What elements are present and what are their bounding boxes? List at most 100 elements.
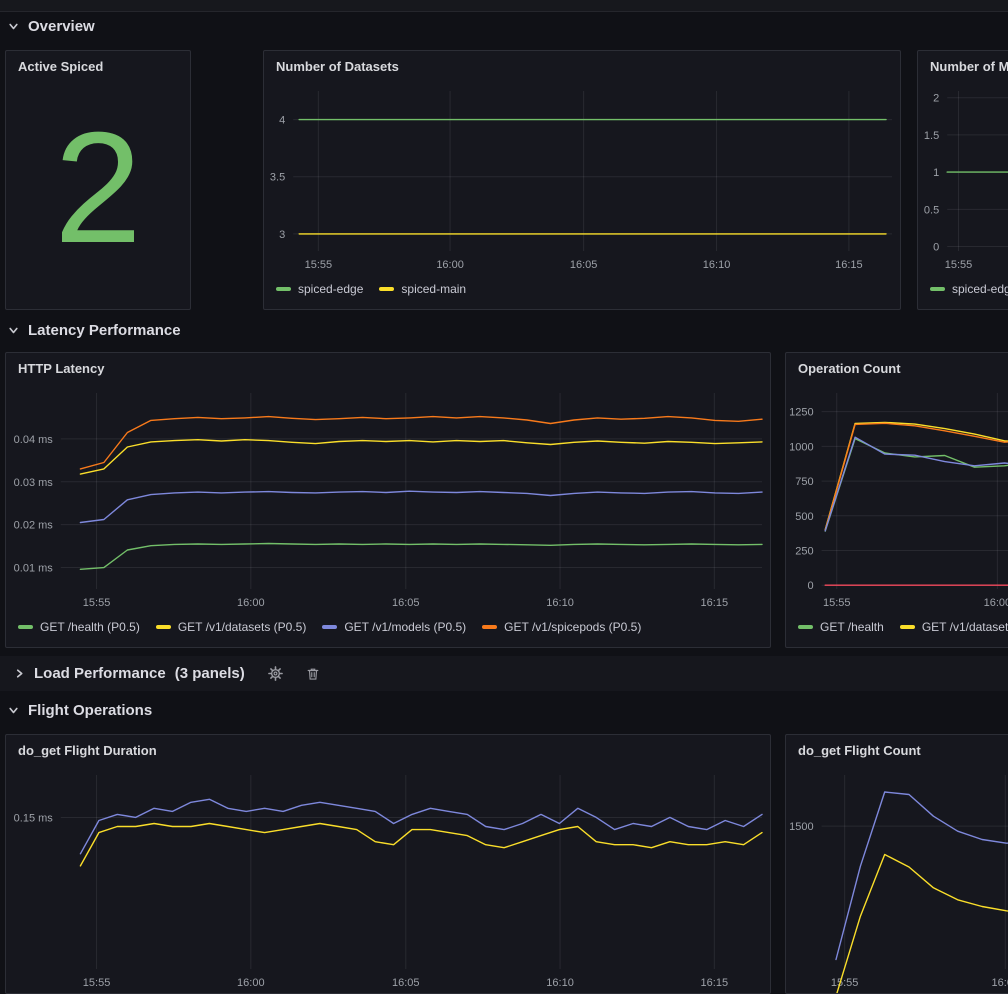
panel-title-http-latency[interactable]: HTTP Latency [6,353,770,383]
svg-text:16:00: 16:00 [992,977,1008,989]
svg-text:0.02 ms: 0.02 ms [14,520,54,532]
legend-swatch [482,625,497,629]
panel-title-number-of-datasets[interactable]: Number of Datasets [264,51,900,81]
panel-operation-count: Operation Count 02505007501000125015:551… [785,352,1008,648]
legend-swatch [322,625,337,629]
svg-text:1.5: 1.5 [924,130,939,142]
panel-title-do-get-flight-duration[interactable]: do_get Flight Duration [6,735,770,765]
svg-text:16:10: 16:10 [546,597,574,609]
legend-item[interactable]: spiced-edge [276,282,363,296]
section-title-overview: Overview [28,18,95,35]
legend-label: GET /v1/models (P0.5) [344,620,466,634]
svg-text:1: 1 [933,167,939,179]
svg-text:1250: 1250 [789,407,813,419]
legend-operation-count: GET /health GET /v1/datasets [786,613,1008,647]
panel-do-get-flight-duration: do_get Flight Duration 0.15 ms 15:55 16:00… [5,734,771,994]
section-row-latency-performance[interactable]: Latency Performance [8,317,181,343]
svg-text:0.04 ms: 0.04 ms [14,434,54,446]
legend-item[interactable]: GET /health (P0.5) [18,620,140,634]
svg-text:2: 2 [933,93,939,105]
chart-do-get-flight-duration[interactable]: 0.15 ms 15:55 16:00 16:05 16:10 16:15 [6,765,770,993]
panel-number-of-models: Number of Models 00.511.5215:5516:0016:0… [917,50,1008,310]
svg-text:4: 4 [279,115,285,127]
panel-active-spiced: Active Spiced 2 [5,50,191,310]
legend-swatch [379,287,394,291]
legend-http-latency: GET /health (P0.5) GET /v1/datasets (P0.5… [6,613,770,647]
svg-text:16:00: 16:00 [237,977,265,989]
svg-text:16:05: 16:05 [570,259,598,271]
trash-icon[interactable] [306,667,320,681]
svg-text:15:55: 15:55 [305,259,333,271]
section-title-latency-performance: Latency Performance [28,322,181,339]
legend-label: GET /health [820,620,884,634]
chevron-down-icon [8,21,19,32]
chart-number-of-models[interactable]: 00.511.5215:5516:0016:0516:1016:15 [918,81,1008,275]
panel-title-operation-count[interactable]: Operation Count [786,353,1008,383]
chart-number-of-datasets[interactable]: 33.5415:5516:0016:0516:1016:15 [264,81,900,275]
chart-operation-count[interactable]: 02505007501000125015:5516:0016:0516:1016… [786,383,1008,613]
svg-text:16:05: 16:05 [392,977,420,989]
svg-text:1000: 1000 [789,441,813,453]
svg-text:15:55: 15:55 [83,597,111,609]
panel-title-active-spiced[interactable]: Active Spiced [6,51,190,81]
svg-text:250: 250 [795,546,813,558]
svg-text:15:55: 15:55 [83,977,111,989]
panel-do-get-flight-count: do_get Flight Count 150015:5516:0016:051… [785,734,1008,994]
stat-value: 2 [6,81,190,309]
legend-number-of-models: spiced-edge [918,275,1008,309]
svg-text:0: 0 [933,242,939,254]
legend-label: spiced-edge [298,282,363,296]
panel-http-latency: HTTP Latency 0.01 ms 0.02 ms 0.03 ms 0.04 m… [5,352,771,648]
chevron-right-icon [14,668,25,679]
legend-label: GET /v1/datasets (P0.5) [178,620,307,634]
chart-http-latency[interactable]: 0.01 ms 0.02 ms 0.03 ms 0.04 ms 15:55 16:00 16… [6,383,770,613]
section-row-load-performance[interactable]: Load Performance (3 panels) [0,656,1008,691]
legend-swatch [18,625,33,629]
top-toolbar-edge [0,0,1008,12]
svg-text:16:00: 16:00 [436,259,464,271]
legend-item[interactable]: spiced-edge [930,282,1008,296]
svg-text:16:15: 16:15 [701,977,729,989]
legend-item[interactable]: GET /v1/spicepods (P0.5) [482,620,641,634]
chart-do-get-flight-count[interactable]: 150015:5516:0016:0516:1016:15 [786,765,1008,993]
legend-item[interactable]: GET /v1/datasets (P0.5) [156,620,307,634]
section-row-flight-operations[interactable]: Flight Operations [8,697,152,723]
legend-item[interactable]: spiced-main [379,282,466,296]
svg-text:0.5: 0.5 [924,204,939,216]
legend-item[interactable]: GET /health [798,620,884,634]
legend-swatch [900,625,915,629]
svg-text:0.01 ms: 0.01 ms [14,563,54,575]
legend-swatch [276,287,291,291]
svg-text:16:10: 16:10 [703,259,731,271]
svg-text:0.15 ms: 0.15 ms [14,812,54,824]
svg-text:0.03 ms: 0.03 ms [14,477,54,489]
gear-icon[interactable] [268,666,283,681]
svg-text:3.5: 3.5 [270,172,285,184]
svg-text:15:55: 15:55 [945,259,973,271]
legend-swatch [798,625,813,629]
chevron-down-icon [8,705,19,716]
legend-swatch [156,625,171,629]
panel-number-of-datasets: Number of Datasets 3 3.5 4 15:55 16:00 16:05 1… [263,50,901,310]
svg-text:16:10: 16:10 [546,977,574,989]
legend-label: GET /health (P0.5) [40,620,140,634]
legend-swatch [930,287,945,291]
svg-text:15:55: 15:55 [823,597,851,609]
section-title-flight-operations: Flight Operations [28,702,152,719]
svg-text:15:55: 15:55 [831,977,859,989]
legend-label: spiced-edge [952,282,1008,296]
legend-number-of-datasets: spiced-edge spiced-main [264,275,900,309]
svg-text:16:05: 16:05 [392,597,420,609]
panel-title-do-get-flight-count[interactable]: do_get Flight Count [786,735,1008,765]
svg-text:16:00: 16:00 [237,597,265,609]
legend-item[interactable]: GET /v1/datasets [900,620,1008,634]
svg-text:16:15: 16:15 [701,597,729,609]
legend-label: GET /v1/datasets [922,620,1008,634]
chevron-down-icon [8,325,19,336]
section-row-overview[interactable]: Overview [8,13,95,39]
svg-text:3: 3 [279,229,285,241]
legend-item[interactable]: GET /v1/models (P0.5) [322,620,466,634]
panel-title-number-of-models[interactable]: Number of Models [918,51,1008,81]
panels-count-label: (3 panels) [175,665,245,682]
svg-text:750: 750 [795,476,813,488]
